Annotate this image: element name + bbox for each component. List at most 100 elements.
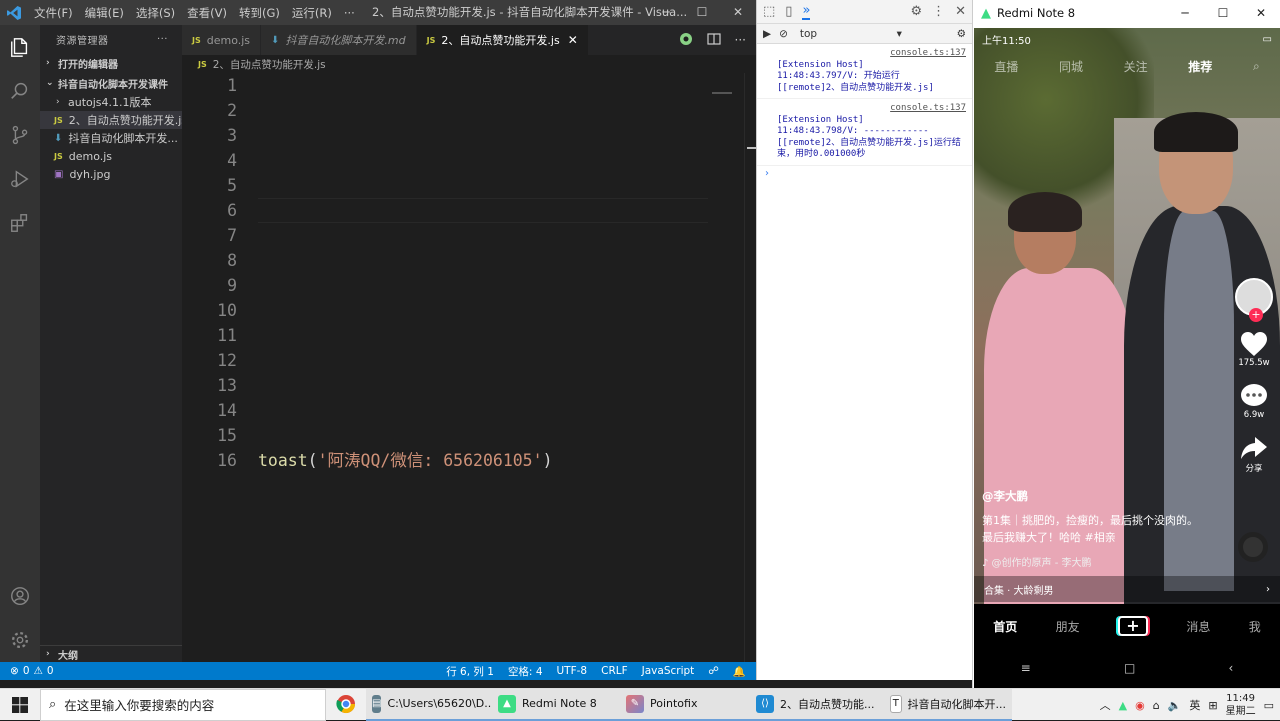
close-button[interactable]: ✕: [1242, 0, 1280, 26]
code-area[interactable]: toast('阿涛QQ/微信: 656206105'): [258, 73, 708, 473]
chrome-taskbar-icon[interactable]: [326, 689, 366, 721]
caption-line[interactable]: 最后我赚大了！哈哈 #相亲: [982, 529, 1222, 546]
feed-tab[interactable]: 直播: [994, 58, 1018, 75]
code-editor[interactable]: 1 2 3 4 5 6 7 8 9 10 11 12 13 14 15 16 toast('阿涛QQ/微信: …: [182, 73, 757, 662]
network-icon[interactable]: ⌂: [1153, 699, 1160, 712]
minimize-button[interactable]: ─: [1166, 0, 1204, 26]
taskbar-app-phone[interactable]: ▲ Redmi Note 8: [492, 688, 620, 721]
windows-start-icon[interactable]: [0, 689, 40, 721]
language-mode[interactable]: JavaScript: [642, 665, 695, 677]
taskbar-search[interactable]: ⌕ 在这里输入你要搜索的内容: [40, 688, 326, 721]
music-disc-icon[interactable]: [1238, 532, 1268, 562]
tree-file-image[interactable]: ▣ dyh.jpg: [40, 165, 182, 183]
more-tabs-icon[interactable]: »: [802, 3, 811, 20]
tree-file-md[interactable]: ⬇ 抖音自动化脚本开发...: [40, 129, 182, 147]
settings-gear-icon[interactable]: ⚙: [910, 4, 922, 19]
phone-screen[interactable]: 上午11:50 ▭ 直播 同城 关注 推荐 ⌕ + 175.5w 6.9w 分享…: [974, 28, 1280, 688]
volume-icon[interactable]: 🔈: [1168, 699, 1182, 712]
like-button[interactable]: 175.5w: [1238, 330, 1270, 368]
close-button[interactable]: ✕: [720, 0, 756, 25]
message-source-link[interactable]: console.ts:137: [777, 48, 966, 60]
maximize-button[interactable]: ☐: [1204, 0, 1242, 26]
breadcrumb-file[interactable]: 2、自动点赞功能开发.js: [213, 57, 326, 72]
minimize-button[interactable]: ─: [648, 0, 684, 25]
nav-friends[interactable]: 朋友: [1056, 618, 1080, 635]
feedback-icon[interactable]: ☍: [708, 665, 719, 677]
share-button[interactable]: 分享: [1239, 434, 1269, 474]
more-actions-icon[interactable]: ···: [735, 33, 746, 47]
explorer-icon[interactable]: [0, 25, 40, 69]
taskbar-app-pointofix[interactable]: ✎ Pointofix: [620, 688, 750, 721]
menu-file[interactable]: 文件(F): [28, 5, 79, 21]
music-label[interactable]: ♪ @创作的原声 - 李大鹏: [982, 554, 1222, 569]
more-options-icon[interactable]: ⋮: [932, 4, 945, 19]
tree-folder-autojs[interactable]: › autojs4.1.1版本: [40, 93, 182, 111]
menu-icon[interactable]: ≡: [1021, 661, 1031, 675]
feed-tab[interactable]: 同城: [1059, 58, 1083, 75]
search-icon[interactable]: ⌕: [1253, 59, 1260, 74]
home-square-icon[interactable]: □: [1124, 661, 1135, 675]
account-icon[interactable]: [0, 574, 40, 618]
ime-layout-icon[interactable]: ⊞: [1208, 699, 1217, 712]
open-editors-section[interactable]: › 打开的编辑器: [40, 53, 182, 73]
maximize-button[interactable]: ☐: [684, 0, 720, 25]
run-debug-icon[interactable]: [0, 157, 40, 201]
tab-markdown[interactable]: ⬇ 抖音自动化脚本开发.md: [261, 25, 417, 55]
editor-scrollbar[interactable]: [744, 73, 757, 662]
record-tray-icon[interactable]: ◉: [1135, 699, 1145, 712]
project-section[interactable]: ⌄ 抖音自动化脚本开发课件: [40, 73, 182, 93]
create-plus-button[interactable]: +: [1117, 616, 1148, 636]
ime-indicator[interactable]: 英: [1189, 697, 1200, 713]
tab-demo-js[interactable]: JS demo.js: [182, 25, 262, 55]
menu-selection[interactable]: 选择(S): [130, 5, 181, 21]
split-editor-icon[interactable]: [706, 32, 721, 49]
console-settings-icon[interactable]: ⚙: [957, 28, 966, 40]
notifications-bell-icon[interactable]: 🔔: [733, 665, 746, 678]
author-avatar[interactable]: +: [1235, 278, 1273, 322]
follow-plus-icon[interactable]: +: [1249, 308, 1263, 322]
settings-gear-icon[interactable]: [0, 618, 40, 662]
nav-home[interactable]: 首页: [993, 618, 1017, 635]
taskbar-app-vscode[interactable]: ⟨⟩ 2、自动点赞功能...: [750, 688, 884, 721]
context-select[interactable]: top ▾: [796, 26, 906, 42]
source-control-icon[interactable]: [0, 113, 40, 157]
menu-run[interactable]: 运行(R): [286, 5, 338, 21]
feed-tab-active[interactable]: 推荐: [1188, 58, 1212, 75]
menu-go[interactable]: 转到(G): [233, 5, 286, 21]
author-name[interactable]: @李大鹏: [982, 488, 1222, 504]
sidebar-toggle-icon[interactable]: ▶: [763, 28, 771, 40]
device-toggle-icon[interactable]: ▯: [785, 4, 792, 19]
android-tray-icon[interactable]: ▲: [1119, 699, 1127, 712]
tree-file-current[interactable]: JS 2、自动点赞功能开发.js: [40, 111, 182, 129]
tab-current-file[interactable]: JS 2、自动点赞功能开发.js ✕: [416, 25, 589, 55]
cursor-position[interactable]: 行 6, 列 1: [446, 664, 494, 679]
feed-tab[interactable]: 关注: [1124, 58, 1148, 75]
close-tab-icon[interactable]: ✕: [568, 33, 578, 47]
search-icon[interactable]: [0, 69, 40, 113]
outline-section[interactable]: › 大纲: [40, 645, 182, 662]
menu-more[interactable]: ···: [338, 6, 361, 20]
minimap[interactable]: [712, 92, 732, 94]
menu-view[interactable]: 查看(V): [181, 5, 233, 21]
menu-edit[interactable]: 编辑(E): [79, 5, 130, 21]
more-actions-icon[interactable]: ···: [157, 34, 168, 45]
notification-center-icon[interactable]: ▭: [1264, 699, 1274, 712]
comment-button[interactable]: 6.9w: [1239, 382, 1269, 420]
nav-me[interactable]: 我: [1249, 618, 1261, 635]
console-prompt[interactable]: ›: [757, 166, 972, 181]
encoding[interactable]: UTF-8: [557, 665, 588, 677]
run-extension-icon[interactable]: [679, 32, 693, 49]
problems-indicator[interactable]: ⊗ 0 ⚠ 0: [10, 665, 54, 677]
taskbar-clock[interactable]: 11:49 星期二: [1226, 692, 1256, 718]
chevron-up-icon[interactable]: ︿: [1100, 697, 1111, 713]
end-of-line[interactable]: CRLF: [601, 665, 628, 677]
extensions-icon[interactable]: [0, 201, 40, 245]
inspect-element-icon[interactable]: ⬚: [763, 4, 775, 19]
nav-messages[interactable]: 消息: [1186, 618, 1210, 635]
message-source-link[interactable]: console.ts:137: [777, 103, 966, 115]
clear-console-icon[interactable]: ⊘: [779, 28, 788, 40]
back-icon[interactable]: ‹: [1229, 661, 1234, 675]
taskbar-app-typora[interactable]: T 抖音自动化脚本开...: [884, 688, 1012, 721]
close-icon[interactable]: ✕: [955, 4, 966, 19]
indentation[interactable]: 空格: 4: [508, 664, 543, 679]
